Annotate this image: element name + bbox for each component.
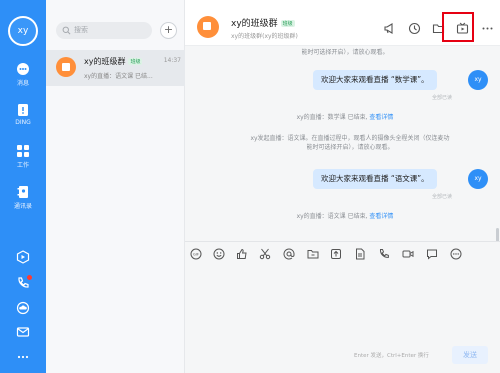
group-avatar[interactable] bbox=[197, 16, 219, 38]
send-button[interactable]: 发送 bbox=[452, 346, 488, 364]
add-button[interactable]: + bbox=[160, 22, 177, 39]
work-icon bbox=[17, 145, 29, 157]
search-icon bbox=[62, 26, 71, 35]
search-input[interactable]: 搜索 bbox=[56, 22, 152, 39]
nav-item-messages[interactable]: 消息 bbox=[0, 62, 46, 87]
class-tag: 班级 bbox=[128, 58, 143, 65]
sender-avatar[interactable]: xy bbox=[468, 169, 488, 189]
live-start-line1: xy发起直播：语文课。在直播过程中，观看人的摄像头全程关闭（仅连麦功 bbox=[250, 135, 450, 142]
class-tag: 班级 bbox=[280, 20, 295, 27]
upload-icon[interactable] bbox=[330, 248, 342, 260]
chat-icon[interactable] bbox=[426, 248, 438, 260]
more-icon[interactable] bbox=[16, 350, 30, 364]
announcement-icon[interactable] bbox=[383, 22, 396, 35]
message-bubble[interactable]: 欢迎大家来观看直播 “语文课”。 bbox=[313, 169, 437, 189]
dots-icon[interactable] bbox=[450, 248, 462, 260]
read-status[interactable]: 全部已读 bbox=[432, 94, 452, 101]
notification-dot bbox=[27, 275, 32, 280]
live-ended-text: xy的直播：语文课 已结束, bbox=[296, 213, 368, 220]
system-message: xy的直播：数学课 已结束, 查看详情 bbox=[230, 113, 460, 122]
group-avatar bbox=[56, 57, 76, 77]
live-room-icon[interactable] bbox=[456, 22, 469, 35]
conversation-name: xy的班级群 bbox=[84, 57, 126, 66]
search-placeholder: 搜索 bbox=[74, 26, 88, 34]
message-icon bbox=[17, 63, 29, 75]
input-divider bbox=[185, 241, 500, 242]
live-start-line2: 能时可选择开启），请放心观看。 bbox=[306, 144, 394, 151]
like-icon[interactable] bbox=[236, 248, 248, 260]
gif-icon[interactable]: GIF bbox=[190, 248, 202, 260]
conversation-preview: xy的直播：语文课 已结... bbox=[84, 73, 153, 80]
doc-icon[interactable] bbox=[354, 248, 366, 260]
nav-label: DING bbox=[15, 119, 31, 126]
nav-label: 通讯录 bbox=[13, 203, 32, 210]
user-avatar[interactable]: xy bbox=[8, 16, 38, 46]
message-bubble[interactable]: 欢迎大家来观看直播 “数学课”。 bbox=[313, 70, 437, 90]
cloud-icon[interactable] bbox=[16, 301, 30, 315]
nav-label: 工作 bbox=[16, 162, 29, 169]
conversation-time: 14:37 bbox=[163, 57, 181, 64]
chat-title-row: xy的班级群 班级 bbox=[231, 16, 295, 29]
chat-subtitle: xy的班级群(xy的班级群) bbox=[231, 33, 298, 40]
view-details-link[interactable]: 查看详情 bbox=[369, 213, 393, 220]
svg-text:GIF: GIF bbox=[193, 253, 199, 257]
left-rail: xy 消息 DING 工作 通讯录 bbox=[0, 0, 46, 373]
live-ended-text: xy的直播：数学课 已结束, bbox=[296, 114, 368, 121]
live-icon[interactable] bbox=[16, 250, 30, 264]
system-message: xy发起直播：语文课。在直播过程中，观看人的摄像头全程关闭（仅连麦功 能时可选择开… bbox=[205, 134, 495, 152]
emoji-icon[interactable] bbox=[213, 248, 225, 260]
mail-icon[interactable] bbox=[16, 325, 30, 339]
contacts-icon bbox=[17, 186, 28, 198]
scissors-icon[interactable] bbox=[259, 248, 271, 260]
input-hint: Enter 发送，Ctrl+Enter 换行 bbox=[354, 353, 429, 359]
conversation-name-row: xy的班级群 班级 bbox=[84, 56, 143, 67]
folder-icon[interactable] bbox=[307, 248, 319, 260]
chat-title: xy的班级群 bbox=[231, 19, 278, 29]
system-message: 能时可选择开启），请放心观看。 bbox=[301, 49, 389, 56]
nav-item-contacts[interactable]: 通讯录 bbox=[0, 185, 46, 210]
at-icon[interactable] bbox=[283, 248, 295, 260]
system-message: xy的直播：语文课 已结束, 查看详情 bbox=[230, 212, 460, 221]
read-status[interactable]: 全部已读 bbox=[432, 193, 452, 200]
ding-icon bbox=[18, 104, 28, 116]
scrollbar[interactable] bbox=[496, 228, 499, 242]
nav-label: 消息 bbox=[16, 80, 29, 87]
nav-item-ding[interactable]: DING bbox=[0, 103, 46, 126]
conversation-item[interactable]: xy的班级群 班级 14:37 xy的直播：语文课 已结... bbox=[46, 50, 185, 86]
sender-avatar[interactable]: xy bbox=[468, 70, 488, 90]
nav-item-work[interactable]: 工作 bbox=[0, 144, 46, 169]
video-icon[interactable] bbox=[402, 248, 414, 260]
phone-icon[interactable] bbox=[378, 248, 390, 260]
view-details-link[interactable]: 查看详情 bbox=[369, 114, 393, 121]
more-icon[interactable] bbox=[481, 22, 494, 35]
history-icon[interactable] bbox=[408, 22, 421, 35]
